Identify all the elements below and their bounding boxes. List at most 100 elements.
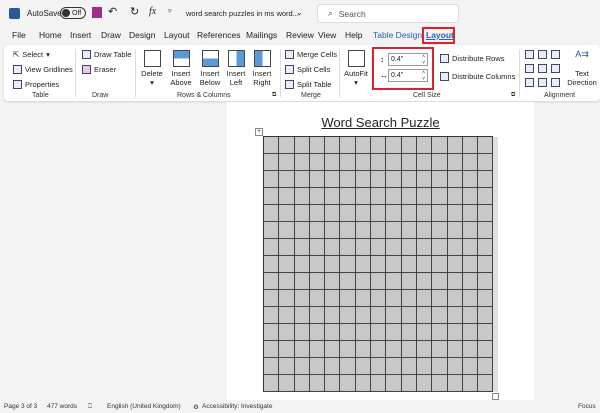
split-table-button[interactable]: Split Table: [285, 80, 331, 89]
table-cell[interactable]: [462, 358, 479, 375]
table-cell[interactable]: [416, 273, 433, 290]
table-cell[interactable]: [432, 307, 448, 324]
table-cell[interactable]: [279, 341, 295, 358]
table-cell[interactable]: [447, 273, 463, 290]
customize-toolbar-icon[interactable]: ▿: [168, 7, 172, 15]
table-cell[interactable]: [447, 256, 463, 273]
table-cell[interactable]: [309, 171, 326, 188]
table-cell[interactable]: [462, 290, 479, 307]
table-cell[interactable]: [371, 375, 387, 392]
table-cell[interactable]: [401, 137, 417, 154]
word-search-table[interactable]: [263, 136, 494, 392]
distribute-columns-button[interactable]: Distribute Columns: [440, 72, 515, 81]
table-cell[interactable]: [432, 375, 448, 392]
table-cell[interactable]: [325, 222, 341, 239]
table-cell[interactable]: [447, 324, 463, 341]
table-cell[interactable]: [432, 154, 448, 171]
tab-references[interactable]: References: [197, 30, 240, 40]
table-cell[interactable]: [478, 324, 494, 341]
table-cell[interactable]: [462, 154, 479, 171]
table-cell[interactable]: [340, 171, 356, 188]
table-cell[interactable]: [325, 154, 341, 171]
table-cell[interactable]: [478, 290, 494, 307]
table-cell[interactable]: [478, 154, 494, 171]
table-cell[interactable]: [264, 358, 280, 375]
table-cell[interactable]: [416, 205, 433, 222]
table-cell[interactable]: [371, 137, 387, 154]
table-cell[interactable]: [432, 324, 448, 341]
table-cell[interactable]: [325, 188, 341, 205]
table-cell[interactable]: [294, 154, 310, 171]
table-cell[interactable]: [355, 375, 372, 392]
merge-cells-button[interactable]: Merge Cells: [285, 50, 337, 59]
draw-table-button[interactable]: Draw Table: [82, 50, 131, 59]
table-cell[interactable]: [355, 290, 372, 307]
table-cell[interactable]: [462, 188, 479, 205]
table-cell[interactable]: [325, 358, 341, 375]
table-cell[interactable]: [355, 358, 372, 375]
table-cell[interactable]: [309, 154, 326, 171]
table-cell[interactable]: [478, 188, 494, 205]
table-cell[interactable]: [371, 239, 387, 256]
table-cell[interactable]: [279, 188, 295, 205]
table-cell[interactable]: [294, 239, 310, 256]
insert-left-button[interactable]: Insert Left: [225, 50, 247, 87]
table-cell[interactable]: [462, 239, 479, 256]
table-cell[interactable]: [294, 188, 310, 205]
table-cell[interactable]: [386, 273, 402, 290]
table-cell[interactable]: [478, 307, 494, 324]
table-cell[interactable]: [340, 188, 356, 205]
table-cell[interactable]: [279, 273, 295, 290]
save-icon[interactable]: [92, 7, 102, 18]
table-cell[interactable]: [309, 358, 326, 375]
table-cell[interactable]: [325, 239, 341, 256]
table-cell[interactable]: [401, 307, 417, 324]
table-cell[interactable]: [371, 273, 387, 290]
table-cell[interactable]: [371, 188, 387, 205]
table-cell[interactable]: [371, 222, 387, 239]
table-cell[interactable]: [264, 154, 280, 171]
table-cell[interactable]: [294, 290, 310, 307]
search-box[interactable]: ⌕ Search: [317, 4, 459, 23]
table-cell[interactable]: [401, 171, 417, 188]
table-cell[interactable]: [401, 375, 417, 392]
table-cell[interactable]: [355, 137, 372, 154]
table-cell[interactable]: [462, 222, 479, 239]
table-cell[interactable]: [309, 341, 326, 358]
align-center-left-icon[interactable]: [525, 64, 534, 73]
table-cell[interactable]: [309, 307, 326, 324]
tab-help[interactable]: Help: [345, 30, 362, 40]
document-title[interactable]: word search puzzles in ms word...: [186, 9, 299, 18]
table-cell[interactable]: [309, 290, 326, 307]
table-cell[interactable]: [340, 358, 356, 375]
table-cell[interactable]: [264, 290, 280, 307]
table-cell[interactable]: [340, 222, 356, 239]
table-cell[interactable]: [478, 137, 494, 154]
table-cell[interactable]: [462, 341, 479, 358]
tab-layout[interactable]: Layout: [164, 30, 190, 40]
table-cell[interactable]: [340, 290, 356, 307]
table-move-handle-icon[interactable]: +: [255, 128, 263, 136]
table-cell[interactable]: [386, 341, 402, 358]
table-cell[interactable]: [401, 188, 417, 205]
table-cell[interactable]: [279, 358, 295, 375]
rows-columns-launcher-icon[interactable]: ⧉: [272, 92, 276, 99]
tab-home[interactable]: Home: [39, 30, 62, 40]
table-cell[interactable]: [340, 324, 356, 341]
table-cell[interactable]: [340, 239, 356, 256]
proofing-icon[interactable]: ⎕: [88, 403, 92, 411]
table-cell[interactable]: [325, 290, 341, 307]
table-cell[interactable]: [294, 307, 310, 324]
table-cell[interactable]: [386, 324, 402, 341]
table-cell[interactable]: [325, 273, 341, 290]
tab-view[interactable]: View: [318, 30, 336, 40]
insert-right-button[interactable]: Insert Right: [251, 50, 273, 87]
table-cell[interactable]: [264, 307, 280, 324]
table-cell[interactable]: [478, 341, 494, 358]
table-cell[interactable]: [478, 171, 494, 188]
align-top-center-icon[interactable]: [538, 50, 547, 59]
chevron-down-icon[interactable]: ⌄: [296, 8, 303, 17]
table-cell[interactable]: [478, 239, 494, 256]
table-cell[interactable]: [432, 188, 448, 205]
table-cell[interactable]: [416, 375, 433, 392]
